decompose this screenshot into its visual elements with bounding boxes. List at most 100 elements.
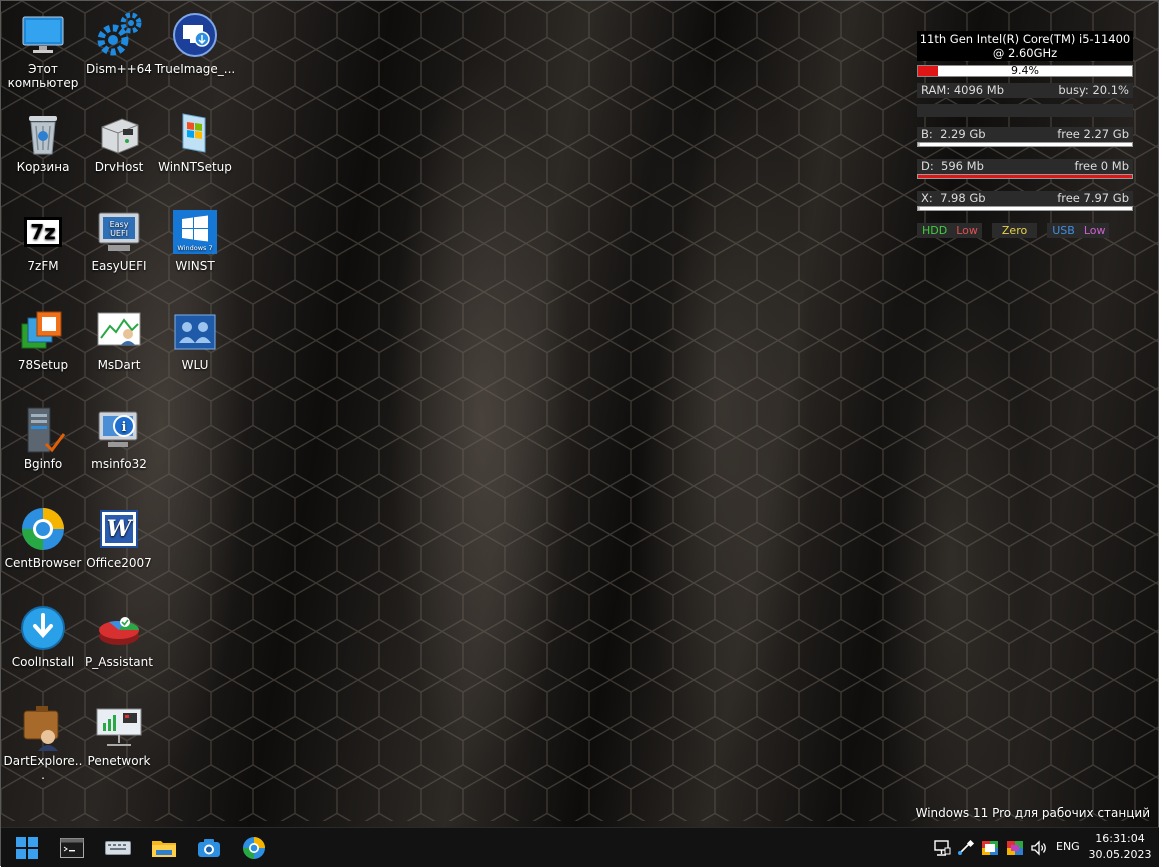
desktop-icon-centbrowser[interactable]: CentBrowser <box>2 505 84 570</box>
on-screen-keyboard-icon <box>105 841 131 855</box>
desktop-icon-drvhost[interactable]: DrvHost <box>78 109 160 174</box>
desktop-icon-trueimage[interactable]: TrueImage_... <box>154 11 236 76</box>
tray-usb[interactable] <box>956 838 976 858</box>
windows-logo-icon <box>16 837 38 859</box>
drive-free: free 0 Mb <box>1074 159 1129 173</box>
windows7-icon: Windows 7 <box>171 208 219 256</box>
bginfo-icon <box>19 406 67 454</box>
drive-free: free 2.27 Gb <box>1057 127 1129 141</box>
desktop: Этот компьютер Корзина 7z 7zFM 78Setup B… <box>0 0 1159 867</box>
drive-size: 7.98 Gb <box>940 191 986 205</box>
78setup-icon <box>19 307 67 355</box>
taskbar-terminal[interactable] <box>56 832 88 864</box>
desktop-icon-dartexplorer[interactable]: DartExplore... <box>2 703 84 782</box>
desktop-icon-7zfm[interactable]: 7z 7zFM <box>2 208 84 273</box>
icon-label: CoolInstall <box>11 655 75 669</box>
this-pc-icon <box>19 11 67 59</box>
taskbar-keyboard[interactable] <box>102 832 134 864</box>
icon-label: TrueImage_... <box>154 62 236 76</box>
tray-display-1[interactable] <box>980 838 1000 858</box>
desktop-icon-msinfo32[interactable]: i msinfo32 <box>78 406 160 471</box>
desktop-icon-dism[interactable]: Dism++64 <box>78 11 160 76</box>
tray-display-2[interactable] <box>1005 838 1025 858</box>
cpu-name: 11th Gen Intel(R) Core(TM) i5-11400 @ 2.… <box>917 31 1133 61</box>
taskbar-file-explorer[interactable] <box>148 832 180 864</box>
icon-label: 7zFM <box>27 259 59 273</box>
system-meter-gadget: 11th Gen Intel(R) Core(TM) i5-11400 @ 2.… <box>917 31 1133 238</box>
legend-low: Low <box>952 223 982 238</box>
display-settings-icon <box>1007 841 1023 855</box>
dism-icon <box>95 11 143 59</box>
clock-date: 30.05.2023 <box>1088 848 1152 861</box>
taskbar-centbrowser[interactable] <box>238 832 270 864</box>
ram-label: RAM: 4096 Mb <box>921 83 1004 97</box>
ram-row: RAM: 4096 Mb busy: 20.1% <box>917 83 1133 98</box>
windows-edition-watermark: Windows 11 Pro для рабочих станций <box>915 806 1150 820</box>
legend-usb: USB <box>1047 223 1080 238</box>
svg-text:i: i <box>122 420 127 435</box>
desktop-icon-this-pc[interactable]: Этот компьютер <box>2 11 84 90</box>
desktop-icon-office2007[interactable]: W Office2007 <box>78 505 160 570</box>
folder-icon <box>152 841 176 857</box>
icon-label: Корзина <box>16 160 70 174</box>
icon-label: DrvHost <box>94 160 144 174</box>
cpu-load-bar: 9.4% <box>917 65 1133 77</box>
dartexplorer-icon <box>19 703 67 751</box>
legend-hdd: HDD <box>917 223 953 238</box>
tray-volume[interactable] <box>1029 838 1049 858</box>
drive-b: B: 2.29 Gb free 2.27 Gb <box>917 127 1133 147</box>
centbrowser-icon <box>19 505 67 553</box>
desktop-icon-winst[interactable]: Windows 7 WINST <box>154 208 236 273</box>
wlu-icon <box>171 307 219 355</box>
desktop-icon-wlu[interactable]: WLU <box>154 307 236 372</box>
desktop-icon-recycle-bin[interactable]: Корзина <box>2 109 84 174</box>
drive-usage-fill <box>918 175 1132 178</box>
taskbar-clock[interactable]: 16:31:04 30.05.2023 <box>1087 831 1153 863</box>
desktop-icon-p-assistant[interactable]: P_Assistant <box>78 604 160 669</box>
clock-time: 16:31:04 <box>1095 832 1145 845</box>
icon-label: WINST <box>175 259 215 273</box>
desktop-icon-msdart[interactable]: MsDart <box>78 307 160 372</box>
icon-label: DartExplore... <box>3 754 83 782</box>
drive-usage-bar <box>917 206 1133 211</box>
partition-assistant-icon <box>95 604 143 652</box>
icon-label: msinfo32 <box>91 457 147 471</box>
start-button[interactable] <box>11 832 43 864</box>
icon-label: Penetwork <box>87 754 151 768</box>
7zip-icon: 7z <box>19 208 67 256</box>
penetwork-icon <box>95 703 143 751</box>
usb-eject-icon <box>958 840 975 855</box>
drive-x: X: 7.98 Gb free 7.97 Gb <box>917 191 1133 211</box>
drive-usage-bar <box>917 142 1133 147</box>
input-language-indicator[interactable]: ENG <box>1056 840 1080 853</box>
drive-usage-fill <box>918 207 921 210</box>
desktop-icon-winntsetup[interactable]: WinNTSetup <box>154 109 236 174</box>
easyuefi-icon: Easy UEFI <box>95 208 143 256</box>
display-color-icon <box>982 841 998 855</box>
desktop-icon-coolinstall[interactable]: CoolInstall <box>2 604 84 669</box>
drive-free: free 7.97 Gb <box>1057 191 1129 205</box>
desktop-icon-penetwork[interactable]: Penetwork <box>78 703 160 768</box>
centbrowser-icon <box>243 837 265 859</box>
legend-low-usb: Low <box>1079 223 1110 238</box>
taskbar: ENG 16:31:04 30.05.2023 <box>1 827 1159 867</box>
icon-label: WinNTSetup <box>158 160 232 174</box>
drive-row: X: 7.98 Gb free 7.97 Gb <box>917 191 1133 206</box>
svg-text:Windows 7: Windows 7 <box>177 244 212 252</box>
desktop-icon-78setup[interactable]: 78Setup <box>2 307 84 372</box>
icon-label: Этот компьютер <box>7 62 79 90</box>
drive-size: 596 Mb <box>941 159 984 173</box>
desktop-icon-bginfo[interactable]: Bginfo <box>2 406 84 471</box>
drive-name: D: <box>921 159 934 173</box>
word-icon: W <box>95 505 143 553</box>
network-icon <box>934 840 951 856</box>
desktop-icon-easyuefi[interactable]: Easy UEFI EasyUEFI <box>78 208 160 273</box>
drive-name: X: <box>921 191 933 205</box>
icon-label: Office2007 <box>86 556 152 570</box>
tray-network[interactable] <box>932 838 952 858</box>
drive-usage-bar <box>917 174 1133 179</box>
icon-label: WLU <box>181 358 209 372</box>
taskbar-camera[interactable] <box>193 832 225 864</box>
icon-label: CentBrowser <box>4 556 82 570</box>
icon-label: Bginfo <box>23 457 63 471</box>
